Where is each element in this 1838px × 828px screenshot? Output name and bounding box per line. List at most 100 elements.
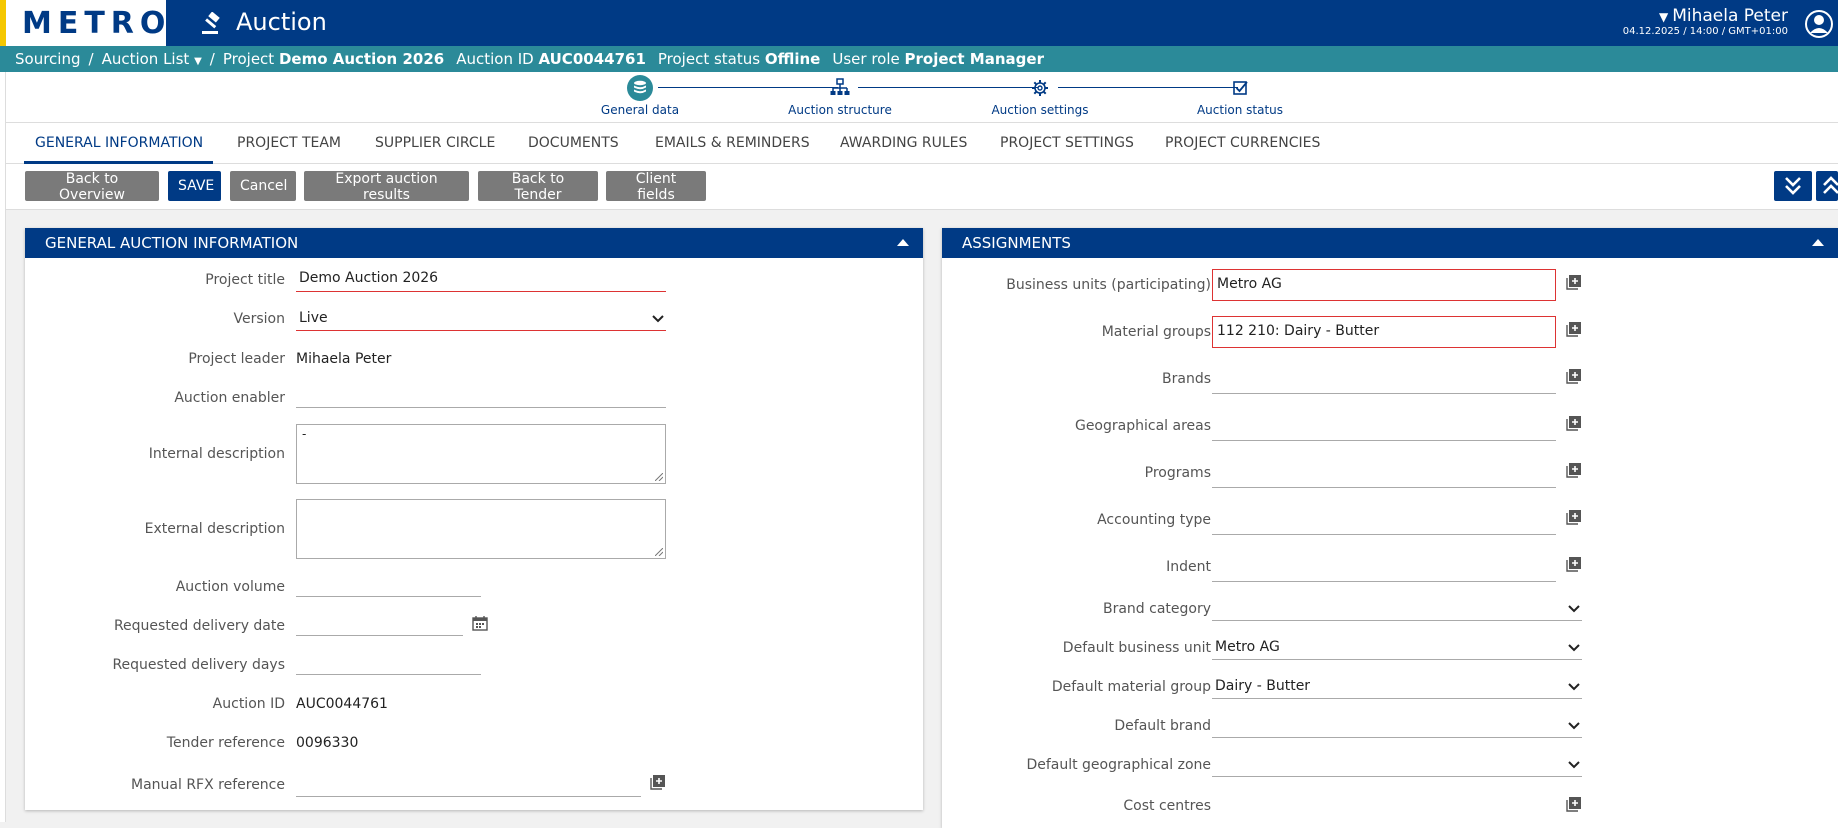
default-brand-select[interactable] (1212, 716, 1582, 738)
cancel-button[interactable]: Cancel (230, 171, 296, 201)
business-units-label: Business units (participating) (1006, 277, 1211, 293)
external-description-textarea[interactable] (296, 499, 666, 559)
calendar-icon[interactable] (472, 615, 488, 631)
caret-down-icon: ▼ (1658, 10, 1669, 24)
collapse-all-button[interactable] (1816, 171, 1838, 201)
add-icon[interactable] (1566, 368, 1582, 384)
tab-bar: GENERAL INFORMATION PROJECT TEAM SUPPLIE… (6, 122, 1838, 164)
tab-project-currencies[interactable]: PROJECT CURRENCIES (1165, 135, 1320, 151)
brand-category-label: Brand category (1102, 601, 1211, 617)
status-label: Project status (657, 50, 761, 68)
double-chevron-down-icon (1785, 177, 1801, 195)
accounting-type-label: Accounting type (1097, 512, 1211, 528)
add-icon[interactable] (1566, 509, 1582, 525)
breadcrumb: Sourcing / Auction List ▼ / Project Demo Auc… (0, 46, 1838, 72)
internal-description-label: Internal description (148, 446, 285, 462)
add-icon[interactable] (1566, 274, 1582, 290)
app-title: Auction (236, 8, 327, 36)
export-auction-results-button[interactable]: Export auction results (304, 171, 469, 203)
internal-description-textarea[interactable]: - (296, 424, 666, 484)
tab-project-team[interactable]: PROJECT TEAM (237, 135, 341, 151)
chevron-down-icon (1568, 605, 1580, 613)
requested-delivery-date-label: Requested delivery date (113, 618, 285, 634)
programs-input[interactable] (1212, 458, 1556, 488)
action-toolbar: Back to Overview SAVE Cancel Export auct… (6, 164, 1838, 210)
breadcrumb-auction-list[interactable]: Auction List ▼ (102, 50, 202, 68)
cost-centres-label: Cost centres (1123, 798, 1211, 814)
breadcrumb-sourcing[interactable]: Sourcing (15, 50, 81, 68)
user-avatar-icon[interactable] (1804, 9, 1834, 39)
tender-reference-value: 0096330 (296, 735, 359, 751)
metro-logo[interactable]: METRO (6, 0, 166, 46)
accounting-type-input[interactable] (1212, 505, 1556, 535)
add-icon[interactable] (1566, 415, 1582, 431)
client-fields-button[interactable]: Client fields (606, 171, 706, 203)
auction-enabler-input[interactable] (296, 386, 666, 408)
auction-volume-label: Auction volume (175, 579, 285, 595)
resize-grip-icon[interactable] (655, 548, 663, 556)
project-title-input[interactable]: Demo Auction 2026 (296, 270, 666, 292)
collapse-up-icon[interactable] (897, 238, 909, 246)
step-auction-settings[interactable]: Auction settings (970, 75, 1110, 117)
chevron-down-icon (1568, 722, 1580, 730)
top-header-bar: METRO Auction ▼ Mihaela Peter 04.12.2025 … (0, 0, 1838, 46)
manual-rfx-reference-input[interactable] (296, 775, 641, 797)
add-icon[interactable] (1566, 796, 1582, 812)
tab-supplier-circle[interactable]: SUPPLIER CIRCLE (375, 135, 495, 151)
add-icon[interactable] (1566, 462, 1582, 478)
tender-reference-label: Tender reference (166, 735, 285, 751)
tab-awarding-rules[interactable]: AWARDING RULES (840, 135, 967, 151)
tab-documents[interactable]: DOCUMENTS (528, 135, 619, 151)
default-brand-label: Default brand (1114, 718, 1211, 734)
material-groups-input[interactable]: 112 210: Dairy - Butter (1212, 316, 1556, 348)
add-icon[interactable] (650, 774, 666, 790)
project-title-label: Project title (205, 272, 285, 288)
step-label: General data (600, 103, 680, 117)
collapse-up-icon[interactable] (1812, 238, 1824, 246)
default-material-group-select[interactable]: Dairy - Butter (1212, 677, 1582, 699)
requested-delivery-days-input[interactable] (296, 653, 481, 675)
default-business-unit-select[interactable]: Metro AG (1212, 638, 1582, 660)
step-general-data[interactable]: General data (570, 75, 710, 117)
version-select[interactable]: Live (296, 309, 666, 331)
requested-delivery-date-input[interactable] (296, 614, 463, 636)
back-to-overview-button[interactable]: Back to Overview (25, 171, 159, 203)
default-geographical-zone-label: Default geographical zone (1026, 757, 1211, 773)
version-label: Version (233, 311, 285, 327)
gear-icon (1032, 80, 1048, 96)
general-auction-info-panel: GENERAL AUCTION INFORMATION Project titl… (25, 228, 923, 810)
expand-all-button[interactable] (1774, 171, 1812, 201)
panel-header: GENERAL AUCTION INFORMATION (25, 228, 923, 258)
indent-label: Indent (1166, 559, 1211, 575)
panel-header: ASSIGNMENTS (942, 228, 1838, 258)
brand-category-select[interactable] (1212, 599, 1582, 621)
tab-general-information[interactable]: GENERAL INFORMATION (35, 135, 203, 151)
user-menu[interactable]: ▼ Mihaela Peter 04.12.2025 / 14:00 / GMT+… (1623, 6, 1788, 37)
chevron-down-icon (652, 315, 664, 323)
auction-volume-input[interactable] (296, 575, 481, 597)
default-geographical-zone-select[interactable] (1212, 755, 1582, 777)
step-label: Auction status (1196, 103, 1284, 117)
add-icon[interactable] (1566, 556, 1582, 572)
add-icon[interactable] (1566, 321, 1582, 337)
save-button[interactable]: SAVE (168, 171, 221, 201)
step-label: Auction structure (788, 103, 892, 117)
auction-id-value: AUC0044761 (538, 50, 646, 68)
manual-rfx-reference-label: Manual RFX reference (131, 777, 285, 793)
brands-input[interactable] (1212, 364, 1556, 394)
indent-input[interactable] (1212, 552, 1556, 582)
chevron-down-icon (1568, 683, 1580, 691)
chevron-down-icon (1568, 644, 1580, 652)
geographical-areas-input[interactable] (1212, 411, 1556, 441)
geographical-areas-label: Geographical areas (1074, 418, 1211, 434)
tab-emails-reminders[interactable]: EMAILS & REMINDERS (655, 135, 810, 151)
resize-grip-icon[interactable] (655, 473, 663, 481)
panel-title: GENERAL AUCTION INFORMATION (45, 234, 299, 252)
double-chevron-up-icon (1823, 176, 1838, 194)
step-auction-structure[interactable]: Auction structure (770, 75, 910, 117)
checkbox-icon (1233, 81, 1248, 95)
step-auction-status[interactable]: Auction status (1170, 75, 1310, 117)
business-units-input[interactable]: Metro AG (1212, 269, 1556, 301)
tab-project-settings[interactable]: PROJECT SETTINGS (1000, 135, 1134, 151)
back-to-tender-button[interactable]: Back to Tender (478, 171, 598, 203)
